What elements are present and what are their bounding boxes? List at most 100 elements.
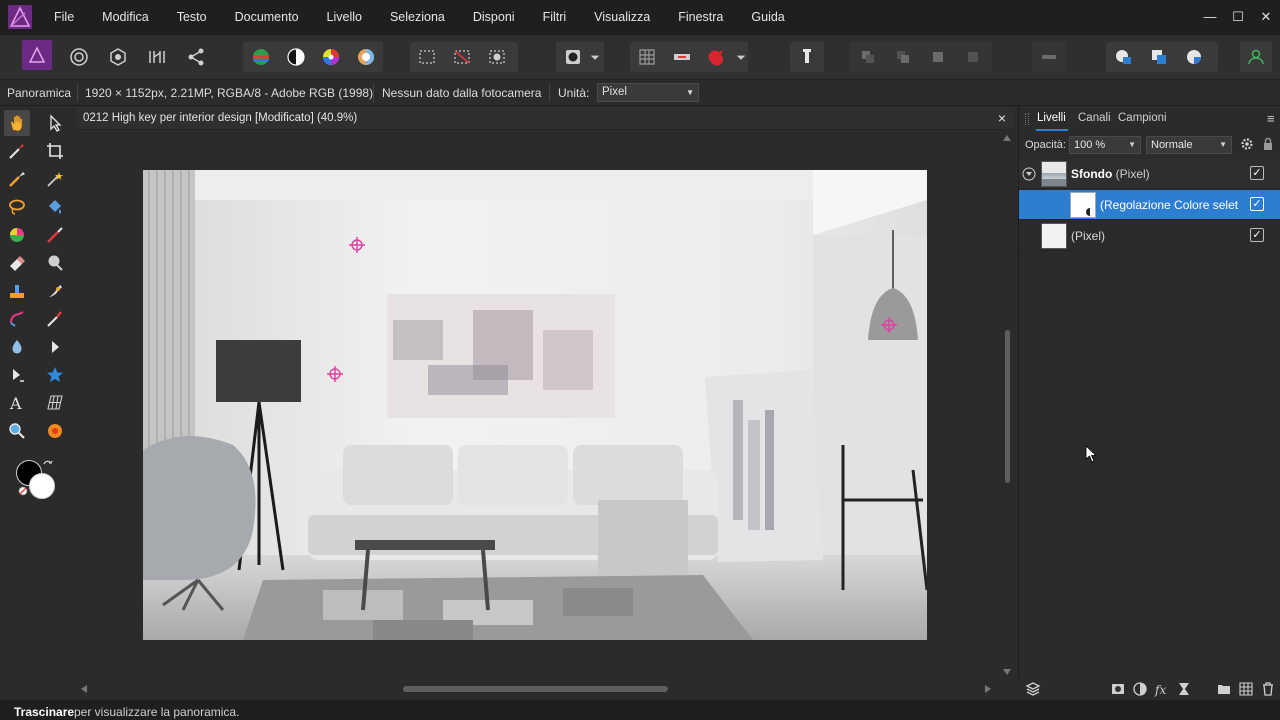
assistant-icon[interactable] <box>669 44 695 70</box>
collapse-toggle-icon[interactable] <box>1022 167 1036 181</box>
tab-canali[interactable]: Canali <box>1078 112 1111 124</box>
maximize-icon[interactable]: ☐ <box>1227 6 1249 28</box>
gradient-tool-icon[interactable] <box>4 222 30 248</box>
close-icon[interactable]: ✕ <box>1255 6 1277 28</box>
scroll-right-icon[interactable] <box>985 685 991 693</box>
view-tool-hand-icon[interactable] <box>4 110 30 136</box>
mesh-warp-tool-icon[interactable] <box>42 390 68 416</box>
zoom-tool-icon[interactable] <box>4 418 30 444</box>
move-tool-icon[interactable] <box>42 110 68 136</box>
lock-icon[interactable] <box>1262 137 1274 151</box>
layer-effects-icon[interactable]: fx <box>1154 681 1170 697</box>
menu-disponi[interactable]: Disponi <box>463 0 525 35</box>
no-color-icon[interactable] <box>18 485 28 496</box>
menu-finestra[interactable]: Finestra <box>668 0 733 35</box>
live-filter-icon[interactable] <box>1176 681 1192 697</box>
intersect-boolean-icon[interactable] <box>1181 44 1207 70</box>
erase-brush-tool-icon[interactable] <box>4 250 30 276</box>
trash-icon[interactable] <box>1260 681 1276 697</box>
layer-visibility-checkbox[interactable]: ✓ <box>1250 197 1264 211</box>
adjustment-icon[interactable] <box>1132 681 1148 697</box>
levels-icon[interactable] <box>248 44 274 70</box>
document-tab[interactable]: 0212 High key per interior design [Modif… <box>76 108 1014 130</box>
contrast-icon[interactable] <box>283 44 309 70</box>
panel-grip-icon[interactable] <box>1025 113 1029 125</box>
photo-persona-icon[interactable] <box>22 40 52 70</box>
panel-menu-icon[interactable]: ≡ <box>1267 111 1275 126</box>
menu-visualizza[interactable]: Visualizza <box>584 0 660 35</box>
tab-livelli[interactable]: Livelli <box>1037 112 1066 124</box>
scroll-left-icon[interactable] <box>81 685 87 693</box>
add-mask-icon[interactable] <box>1110 681 1126 697</box>
red-eye-tool-icon[interactable] <box>42 418 68 444</box>
layers-stack-icon[interactable] <box>1025 681 1041 697</box>
minimize-icon[interactable]: — <box>1199 6 1221 28</box>
layer-visibility-checkbox[interactable]: ✓ <box>1250 166 1264 180</box>
add-boolean-icon[interactable] <box>1111 44 1137 70</box>
selection-brush-tool-icon[interactable] <box>4 166 30 192</box>
arrange-backward-icon[interactable] <box>890 44 916 70</box>
menu-modifica[interactable]: Modifica <box>92 0 159 35</box>
tone-mapping-persona-icon[interactable] <box>144 44 170 70</box>
horizontal-scrollbar[interactable] <box>76 682 998 696</box>
marquee-select-icon[interactable] <box>414 44 440 70</box>
export-persona-icon[interactable] <box>183 44 209 70</box>
scroll-up-icon[interactable] <box>1003 135 1011 141</box>
menu-livello[interactable]: Livello <box>317 0 372 35</box>
crop-tool-icon[interactable] <box>42 138 68 164</box>
flood-select-tool-icon[interactable] <box>42 166 68 192</box>
healing-brush-tool-icon[interactable] <box>4 306 30 332</box>
align-icon[interactable] <box>1036 44 1062 70</box>
secondary-color-swatch[interactable] <box>29 473 55 499</box>
pixel-tool-icon[interactable] <box>42 306 68 332</box>
affinity-photo-logo-icon[interactable] <box>8 5 32 29</box>
freehand-selection-tool-icon[interactable] <box>4 194 30 220</box>
arrange-back-icon[interactable] <box>855 44 881 70</box>
vertical-scroll-thumb[interactable] <box>1005 330 1010 483</box>
menu-seleziona[interactable]: Seleziona <box>380 0 455 35</box>
subtract-boolean-icon[interactable] <box>1146 44 1172 70</box>
liquify-persona-icon[interactable] <box>66 44 92 70</box>
tab-campioni[interactable]: Campioni <box>1118 112 1167 124</box>
clone-brush-tool-icon[interactable] <box>4 278 30 304</box>
grid-icon[interactable] <box>634 44 660 70</box>
quick-mask-icon[interactable] <box>560 44 586 70</box>
flood-fill-tool-icon[interactable] <box>42 194 68 220</box>
deselect-icon[interactable] <box>449 44 475 70</box>
menu-guida[interactable]: Guida <box>741 0 794 35</box>
shape-tool-icon[interactable] <box>42 362 68 388</box>
group-folder-icon[interactable] <box>1216 681 1232 697</box>
menu-documento[interactable]: Documento <box>225 0 309 35</box>
node-tool-icon[interactable] <box>42 334 68 360</box>
invert-selection-icon[interactable] <box>484 44 510 70</box>
snapping-magnet-icon[interactable] <box>704 44 730 70</box>
document-canvas[interactable] <box>143 170 927 640</box>
horizontal-scroll-thumb[interactable] <box>403 686 668 692</box>
layer-visibility-checkbox[interactable]: ✓ <box>1250 228 1264 242</box>
pen-tool-icon[interactable] <box>4 362 30 388</box>
paint-brush-tool-icon[interactable] <box>42 222 68 248</box>
opacity-field[interactable]: 100 % ▼ <box>1069 136 1141 154</box>
develop-persona-icon[interactable] <box>105 44 131 70</box>
arrange-forward-icon[interactable] <box>925 44 951 70</box>
blur-brush-tool-icon[interactable] <box>4 334 30 360</box>
layer-row-selected[interactable]: (Regolazione Colore selet ✓ <box>1019 190 1280 220</box>
layer-row[interactable]: Sfondo (Pixel) ✓ <box>1019 159 1280 189</box>
color-picker-tool-icon[interactable] <box>4 138 30 164</box>
scroll-down-icon[interactable] <box>1003 669 1011 675</box>
menu-filtri[interactable]: Filtri <box>533 0 577 35</box>
vertical-scrollbar[interactable] <box>1000 131 1014 680</box>
close-document-icon[interactable]: × <box>998 110 1006 126</box>
gear-icon[interactable] <box>1240 137 1254 151</box>
mask-dropdown-icon[interactable] <box>588 44 602 70</box>
arrange-front-icon[interactable] <box>960 44 986 70</box>
layer-row[interactable]: (Pixel) ✓ <box>1019 221 1280 251</box>
account-user-icon[interactable] <box>1243 44 1269 70</box>
dodge-brush-tool-icon[interactable] <box>42 250 68 276</box>
color-wheel-icon[interactable] <box>318 44 344 70</box>
white-balance-icon[interactable] <box>353 44 379 70</box>
add-pixel-layer-icon[interactable] <box>1238 681 1254 697</box>
units-select[interactable]: Pixel ▼ <box>597 83 699 102</box>
menu-testo[interactable]: Testo <box>167 0 217 35</box>
smudge-brush-tool-icon[interactable] <box>42 278 68 304</box>
